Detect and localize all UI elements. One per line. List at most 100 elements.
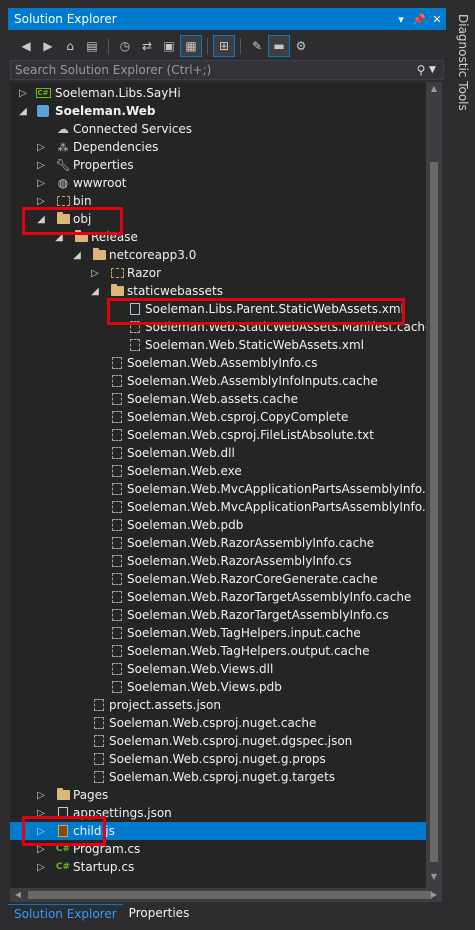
search-box[interactable]: ⚲ ▼ — [10, 60, 444, 80]
expand-arrow-icon[interactable]: ▷ — [36, 196, 46, 207]
tree-row[interactable]: Soeleman.Web.exe — [10, 462, 426, 480]
tree-row[interactable]: ☁ Connected Services — [10, 120, 426, 138]
show-all-files-icon[interactable]: ▦ — [180, 35, 202, 57]
solution-tree[interactable]: ▷ C# Soeleman.Libs.SayHi ◢ Soeleman.Web ☁ Conn… — [10, 82, 426, 888]
tree-row[interactable]: ▷ C# Soeleman.Libs.SayHi — [10, 84, 426, 102]
tree-row[interactable]: Soeleman.Web.csproj.CopyComplete — [10, 408, 426, 426]
tree-row[interactable]: Soeleman.Web.MvcApplicationPartsAssembly… — [10, 480, 426, 498]
tree-row[interactable]: Soeleman.Web.assets.cache — [10, 390, 426, 408]
tree-row[interactable]: ▷ Razor — [10, 264, 426, 282]
tree-row[interactable]: Soeleman.Web.csproj.nuget.g.props — [10, 750, 426, 768]
expand-arrow-icon[interactable]: ▷ — [36, 790, 46, 801]
tree-row[interactable]: ◢ Soeleman.Web — [10, 102, 426, 120]
collapse-icon[interactable]: ▣ — [159, 36, 179, 56]
preview-icon[interactable]: ▬ — [268, 35, 290, 57]
tree-row[interactable]: ▷ C# Startup.cs — [10, 858, 426, 876]
history-icon[interactable]: ◷ — [115, 36, 135, 56]
vertical-scrollbar[interactable]: ▲ ▼ — [426, 82, 442, 888]
close-icon[interactable]: ✕ — [428, 13, 446, 26]
tree-row[interactable]: ◢ netcoreapp3.0 — [10, 246, 426, 264]
search-options-icon[interactable]: ▼ — [429, 65, 443, 75]
tree-item-label: wwwroot — [73, 176, 127, 190]
tree-row[interactable]: Soeleman.Web.csproj.FileListAbsolute.txt — [10, 426, 426, 444]
tab-solution-explorer[interactable]: Solution Explorer — [8, 904, 123, 924]
tree-item-label: Soeleman.Web.assets.cache — [127, 392, 299, 406]
tree-row[interactable]: Soeleman.Web.dll — [10, 444, 426, 462]
expand-arrow-icon[interactable]: ▷ — [36, 160, 46, 171]
pin-icon[interactable]: 📌 — [410, 13, 428, 26]
tree-row[interactable]: Soeleman.Web.AssemblyInfoInputs.cache — [10, 372, 426, 390]
scroll-left-icon[interactable]: ◀ — [12, 888, 24, 902]
scroll-up-icon[interactable]: ▲ — [426, 84, 442, 98]
file-icon — [92, 734, 106, 748]
tree-row[interactable]: Soeleman.Web.pdb — [10, 516, 426, 534]
expand-arrow-icon[interactable]: ▷ — [36, 178, 46, 189]
tree-row[interactable]: Soeleman.Web.csproj.nuget.dgspec.json — [10, 732, 426, 750]
collapse-arrow-icon[interactable]: ◢ — [72, 250, 82, 261]
tree-row[interactable]: Soeleman.Web.Views.dll — [10, 660, 426, 678]
folder-dotted-icon — [110, 266, 124, 280]
tree-row[interactable]: ▷ ◍ wwwroot — [10, 174, 426, 192]
wrench-icon: 🔧︎ — [55, 158, 71, 172]
toolbar: ◀ ▶ ⌂ ▤ ◷ ⇄ ▣ ▦ ⊞ ✎ ▬ ⚙ — [8, 34, 446, 58]
scroll-thumb[interactable] — [430, 162, 438, 862]
file-icon — [92, 770, 106, 784]
file-icon — [110, 554, 124, 568]
hscroll-thumb[interactable] — [28, 891, 432, 899]
expand-arrow-icon[interactable]: ▷ — [36, 862, 46, 873]
diagnostic-tools-tab[interactable]: Diagnostic Tools — [452, 10, 470, 124]
tree-row[interactable]: Soeleman.Web.MvcApplicationPartsAssembly… — [10, 498, 426, 516]
tab-properties[interactable]: Properties — [123, 904, 196, 924]
tree-row[interactable]: ▷ ⁂ Dependencies — [10, 138, 426, 156]
expand-arrow-icon[interactable]: ▷ — [36, 142, 46, 153]
tree-item-label: Connected Services — [73, 122, 193, 136]
file-icon — [110, 446, 124, 460]
file-icon — [110, 680, 124, 694]
tree-row[interactable]: Soeleman.Web.TagHelpers.input.cache — [10, 624, 426, 642]
scroll-right-icon[interactable]: ▶ — [428, 888, 440, 902]
view-class-diagram-icon[interactable]: ⚙ — [291, 36, 311, 56]
switch-views-icon[interactable]: ▤ — [82, 36, 102, 56]
tree-row[interactable]: Soeleman.Web.Views.pdb — [10, 678, 426, 696]
back-icon[interactable]: ◀ — [16, 36, 36, 56]
toolbar-separator — [240, 38, 241, 54]
pending-changes-icon[interactable]: ⊞ — [213, 35, 235, 57]
properties-icon[interactable]: ✎ — [247, 36, 267, 56]
search-input[interactable] — [11, 62, 413, 78]
tree-row[interactable]: Soeleman.Web.RazorTargetAssemblyInfo.cs — [10, 606, 426, 624]
expand-arrow-icon[interactable]: ▷ — [90, 268, 100, 279]
scroll-down-icon[interactable]: ▼ — [426, 872, 442, 886]
tree-row[interactable]: Soeleman.Web.TagHelpers.output.cache — [10, 642, 426, 660]
tree-row[interactable]: Soeleman.Web.RazorTargetAssemblyInfo.cac… — [10, 588, 426, 606]
file-icon — [110, 608, 124, 622]
home-icon[interactable]: ⌂ — [60, 36, 80, 56]
sync-icon[interactable]: ⇄ — [137, 36, 157, 56]
tree-row[interactable]: Soeleman.Web.RazorCoreGenerate.cache — [10, 570, 426, 588]
tree-item-label: Soeleman.Web.RazorAssemblyInfo.cache — [127, 536, 375, 550]
folder-icon — [92, 248, 106, 262]
tree-item-label: Soeleman.Web.exe — [127, 464, 242, 478]
tree-row[interactable]: Soeleman.Web.csproj.nuget.g.targets — [10, 768, 426, 786]
tree-row[interactable]: Soeleman.Web.RazorAssemblyInfo.cache — [10, 534, 426, 552]
tree-row[interactable]: Soeleman.Web.csproj.nuget.cache — [10, 714, 426, 732]
file-icon — [110, 410, 124, 424]
tree-item-label: Properties — [73, 158, 134, 172]
tree-item-label: Soeleman.Web.MvcApplicationPartsAssembly… — [127, 482, 426, 496]
tree-row[interactable]: project.assets.json — [10, 696, 426, 714]
file-icon — [92, 698, 106, 712]
tree-row[interactable]: ▷ Pages — [10, 786, 426, 804]
tree-item-label: Soeleman.Web.AssemblyInfoInputs.cache — [127, 374, 378, 388]
tree-row[interactable]: ▷ 🔧︎ Properties — [10, 156, 426, 174]
forward-icon[interactable]: ▶ — [38, 36, 58, 56]
expand-arrow-icon[interactable]: ▷ — [18, 88, 28, 99]
window-options-button[interactable]: ▾ — [392, 13, 410, 26]
folder-icon — [110, 284, 124, 298]
cs-file-icon: C# — [55, 862, 71, 872]
collapse-arrow-icon[interactable]: ◢ — [90, 286, 100, 297]
tree-row[interactable]: Soeleman.Web.StaticWebAssets.xml — [10, 336, 426, 354]
tree-row[interactable]: Soeleman.Web.AssemblyInfo.cs — [10, 354, 426, 372]
collapse-arrow-icon[interactable]: ◢ — [18, 106, 28, 117]
search-icon[interactable]: ⚲ — [413, 63, 429, 77]
tree-row[interactable]: Soeleman.Web.RazorAssemblyInfo.cs — [10, 552, 426, 570]
horizontal-scrollbar[interactable]: ◀ ▶ — [10, 888, 442, 902]
